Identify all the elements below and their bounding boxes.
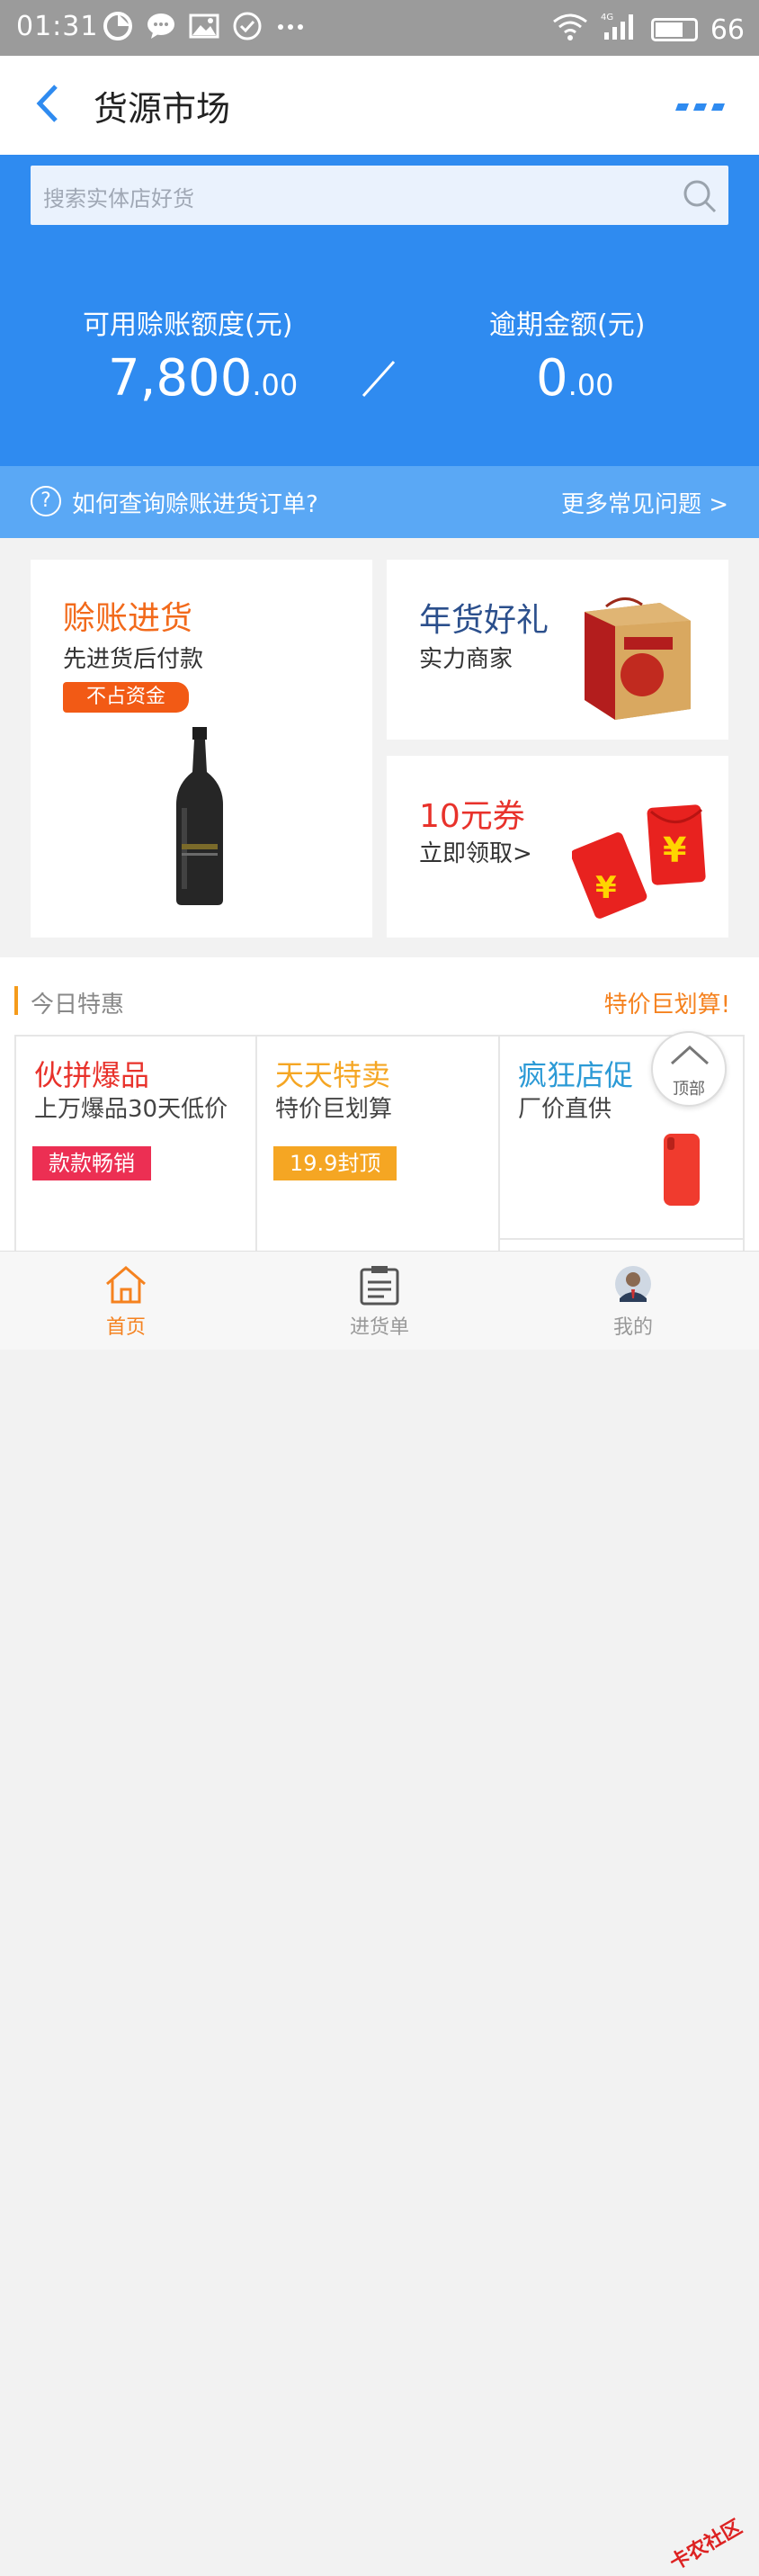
image-icon — [189, 11, 219, 41]
chevron-up-icon — [669, 1044, 710, 1069]
card-coupon-subtitle[interactable]: 立即领取> — [419, 835, 532, 868]
deal-store-promo-subtitle: 厂价直供 — [518, 1096, 612, 1123]
deal-group-buy-tag: 款款畅销 — [32, 1146, 151, 1180]
card-credit-purchase-tag: 不占资金 — [63, 682, 189, 713]
available-credit-decimal: .00 — [252, 368, 299, 402]
today-deals-title: 今日特惠 — [31, 992, 125, 1019]
clipboard-icon — [357, 1264, 402, 1306]
available-credit-integer: 7,800 — [108, 349, 253, 408]
deals-grid: 伙拼爆品 上万爆品30天低价 款款畅销 天天特卖 特价巨划算 19.9封顶 疯狂… — [14, 1035, 745, 1269]
home-icon — [103, 1264, 148, 1306]
deal-daily-sale-title: 天天特卖 — [275, 1058, 391, 1092]
overdue-integer: 0 — [536, 349, 568, 408]
card-newyear-gifts[interactable]: 年货好礼 实力商家 — [387, 560, 728, 740]
status-bar: 01:31 4G 66 — [0, 0, 759, 56]
deal-daily-sale-tag: 19.9封顶 — [273, 1146, 397, 1180]
faq-question[interactable]: 如何查询赊账进货订单? — [72, 486, 318, 519]
back-arrow-icon[interactable] — [32, 83, 68, 124]
phone-case-icon — [662, 1132, 701, 1211]
overdue-decimal: .00 — [567, 368, 614, 402]
svg-text:¥: ¥ — [663, 830, 686, 870]
red-envelope-icon: ¥ ¥ — [570, 803, 707, 923]
card-credit-purchase-title: 赊账进货 — [63, 600, 193, 637]
deal-group-buy[interactable]: 伙拼爆品 上万爆品30天低价 款款畅销 — [16, 1037, 257, 1269]
battery-icon — [650, 18, 698, 41]
battery-level: 66 — [710, 13, 745, 46]
available-credit-label: 可用赊账额度(元) — [83, 310, 293, 341]
pinwheel-icon — [103, 11, 133, 41]
search-icon[interactable] — [682, 178, 718, 214]
more-menu-icon[interactable] — [674, 99, 727, 111]
tab-home-label: 首页 — [105, 1316, 146, 1339]
deal-store-promo-title: 疯狂店促 — [518, 1058, 634, 1092]
card-newyear-subtitle: 实力商家 — [419, 646, 513, 673]
status-right: 4G 66 — [552, 11, 745, 49]
overdue-amount-label: 逾期金额(元) — [489, 310, 646, 341]
nav-bar: 货源市场 — [0, 56, 759, 155]
tab-mine[interactable]: 我的 — [570, 1264, 696, 1340]
svg-text:¥: ¥ — [595, 870, 617, 906]
status-notification-icons — [103, 11, 306, 41]
divider-slash — [360, 358, 397, 399]
card-credit-purchase-subtitle: 先进货后付款 — [63, 646, 204, 673]
watermark-logo: 卡农社区 — [665, 2516, 746, 2575]
search-bar[interactable]: 搜索实体店好货 — [31, 166, 728, 225]
search-input[interactable]: 搜索实体店好货 — [43, 181, 194, 212]
more-dots-icon — [275, 11, 306, 41]
svg-text:4G: 4G — [601, 13, 613, 22]
check-circle-icon — [232, 11, 263, 41]
faq-bar[interactable]: ? 如何查询赊账进货订单? 更多常见问题 > — [0, 466, 759, 538]
section-accent-bar — [14, 986, 18, 1015]
bottom-tab-bar: 首页 进货单 我的 卡农社区 — [0, 1251, 759, 2575]
page-title: 货源市场 — [94, 89, 231, 129]
gift-box-icon — [579, 594, 694, 725]
faq-more-link[interactable]: 更多常见问题 > — [561, 486, 728, 519]
overdue-amount: 0.00 — [536, 349, 614, 408]
card-credit-purchase[interactable]: 赊账进货 先进货后付款 不占资金 — [31, 560, 372, 938]
back-to-top-button[interactable]: 顶部 — [651, 1031, 727, 1107]
avatar — [611, 1264, 656, 1306]
grid-divider — [500, 1238, 745, 1240]
tab-purchase-list-label: 进货单 — [349, 1316, 409, 1339]
wifi-icon — [552, 11, 588, 49]
tab-purchase-list[interactable]: 进货单 — [317, 1264, 442, 1340]
back-to-top-label: 顶部 — [673, 1080, 705, 1099]
status-time: 01:31 — [16, 11, 99, 42]
today-deals-section: 今日特惠 特价巨划算! 伙拼爆品 上万爆品30天低价 款款畅销 天天特卖 特价巨… — [0, 957, 759, 1269]
deal-group-buy-title: 伙拼爆品 — [34, 1058, 150, 1092]
wine-bottle-icon — [174, 727, 225, 911]
question-icon: ? — [31, 486, 61, 516]
card-coupon-title: 10元券 — [419, 798, 525, 835]
card-coupon[interactable]: 10元券 立即领取> ¥ ¥ — [387, 756, 728, 938]
available-credit-amount: 7,800.00 — [108, 349, 298, 408]
chat-icon — [146, 11, 176, 41]
tab-home[interactable]: 首页 — [63, 1264, 189, 1340]
card-newyear-title: 年货好礼 — [419, 602, 549, 639]
deal-daily-sale-subtitle: 特价巨划算 — [275, 1096, 393, 1123]
signal-icon: 4G — [601, 11, 638, 49]
deal-daily-sale[interactable]: 天天特卖 特价巨划算 19.9封顶 — [257, 1037, 500, 1269]
deal-group-buy-subtitle: 上万爆品30天低价 — [34, 1096, 228, 1123]
today-deals-slogan[interactable]: 特价巨划算! — [604, 986, 730, 1019]
tab-mine-label: 我的 — [612, 1316, 653, 1339]
